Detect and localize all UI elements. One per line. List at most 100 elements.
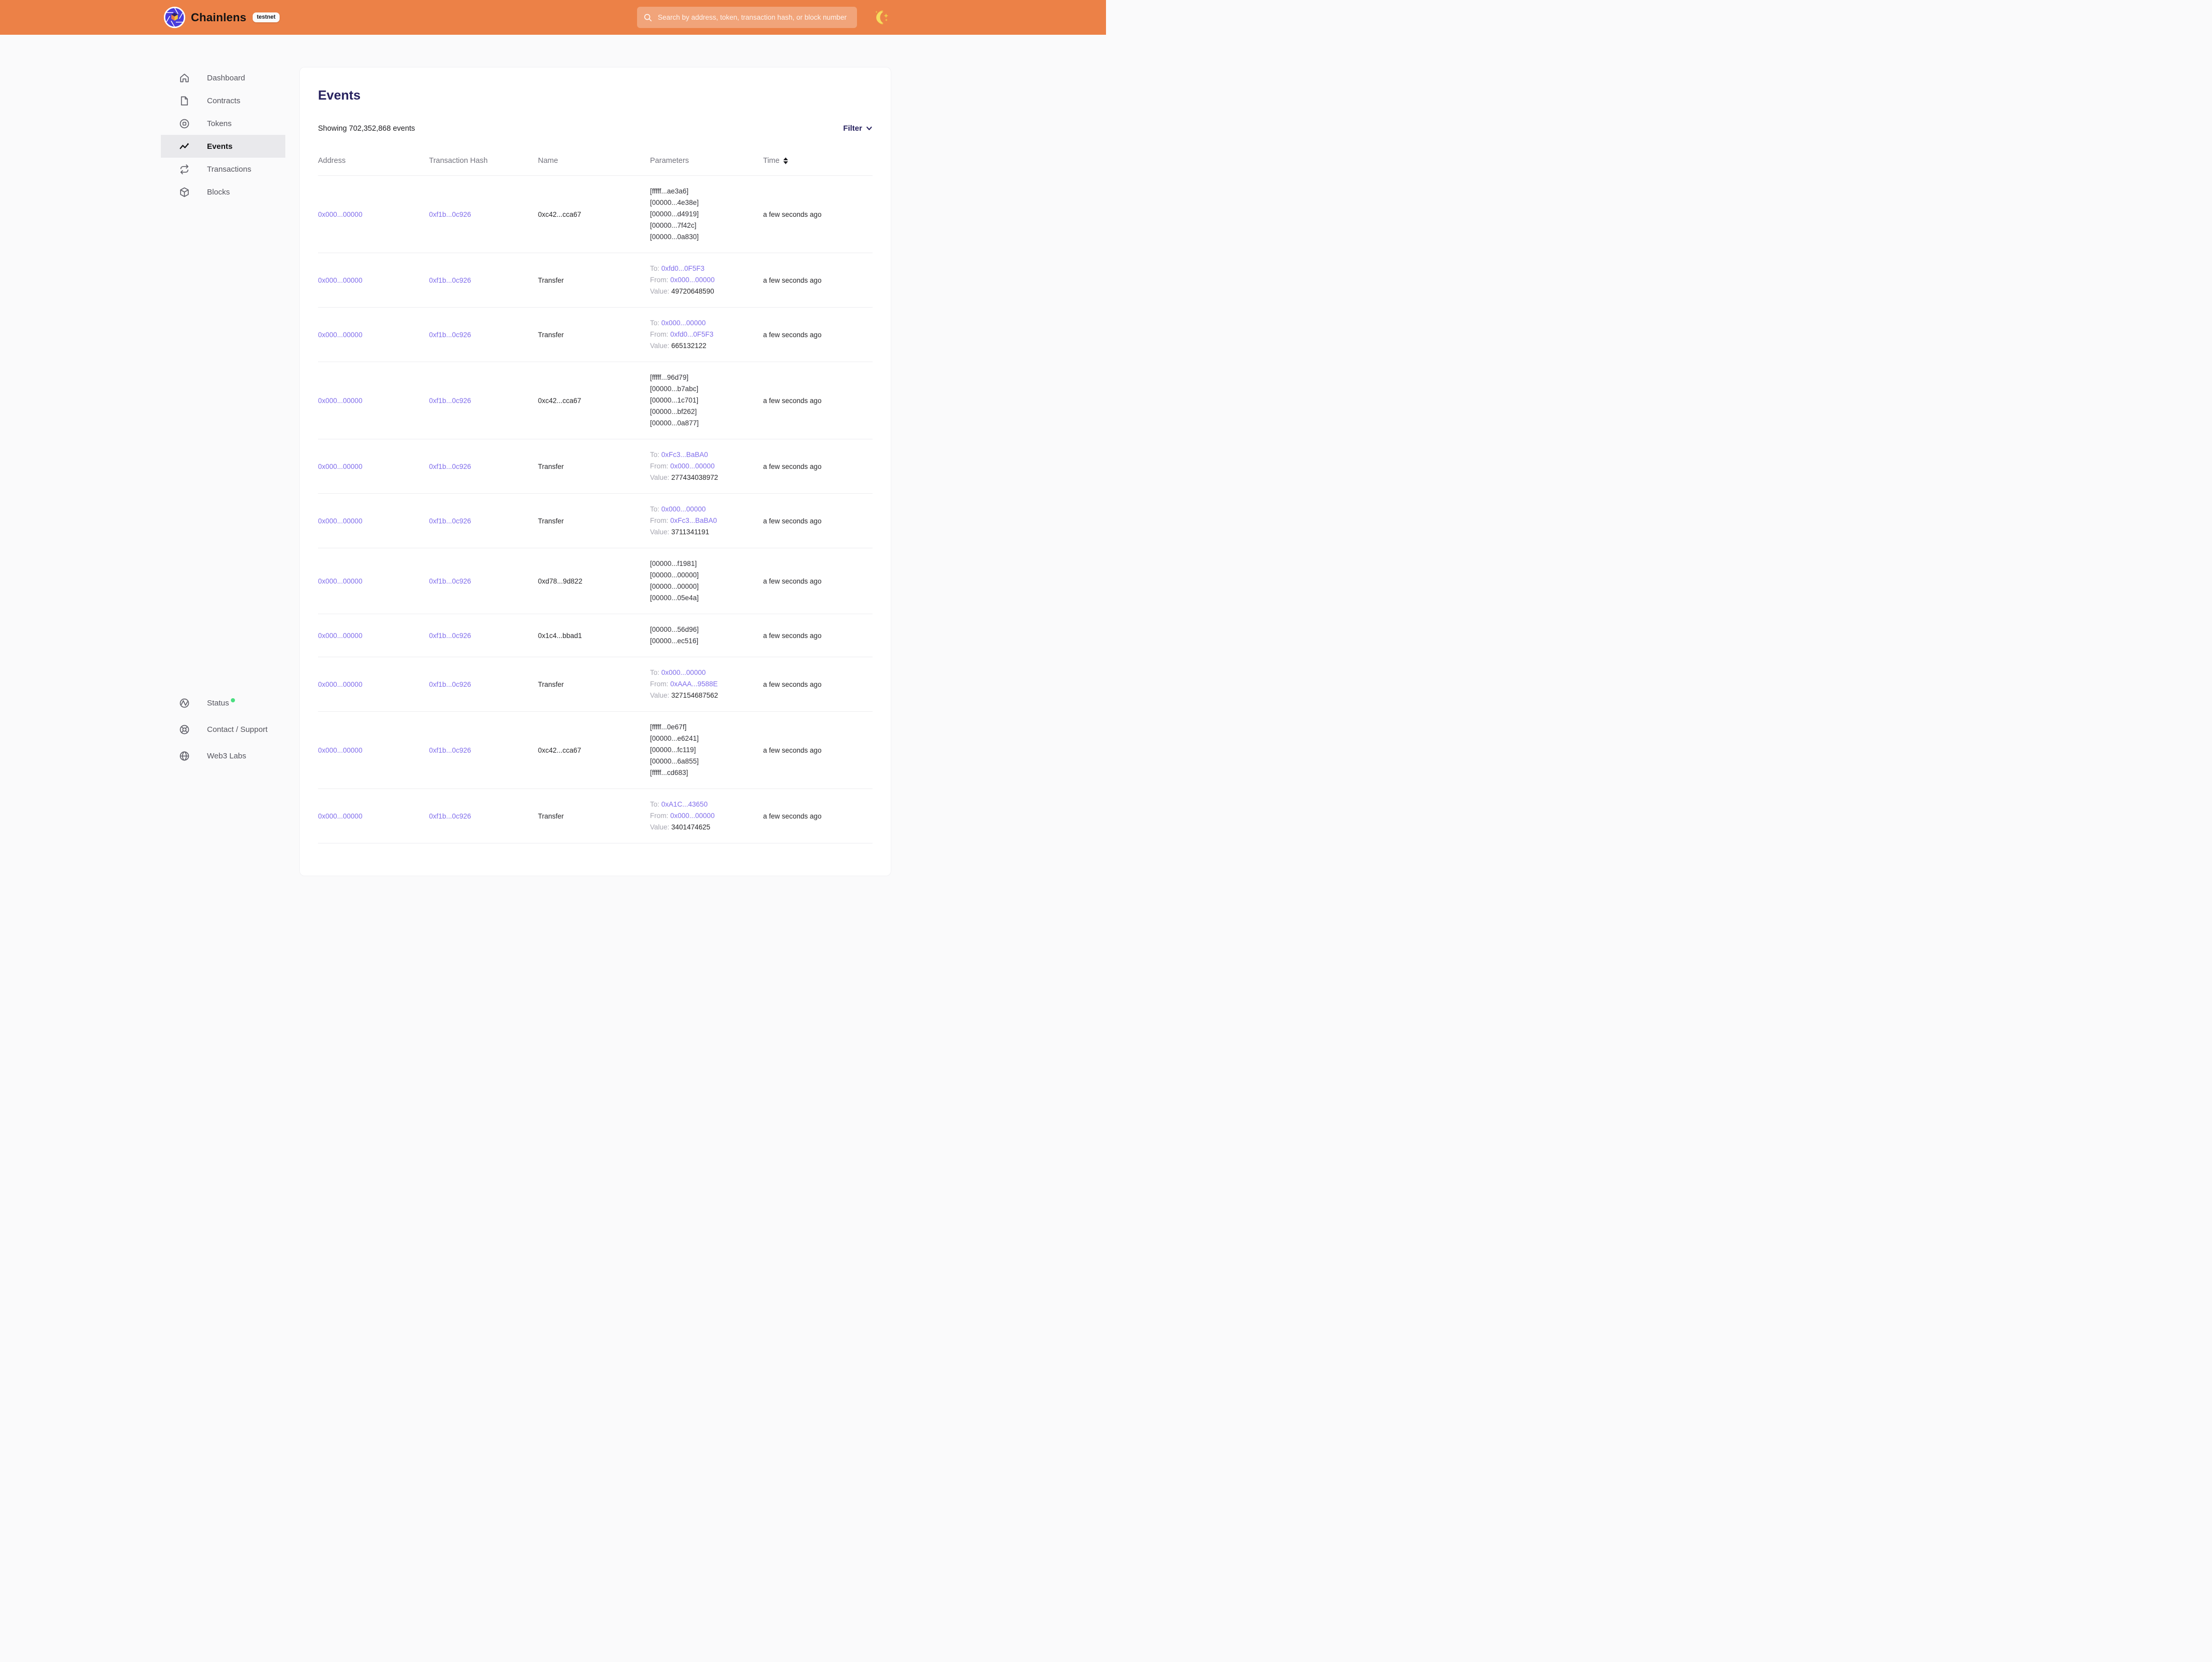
search-input[interactable] bbox=[653, 7, 857, 28]
transaction-hash-link[interactable]: 0xf1b...0c926 bbox=[429, 517, 471, 525]
parameter-value: 3711341191 bbox=[671, 528, 709, 536]
transaction-hash-link[interactable]: 0xf1b...0c926 bbox=[429, 632, 471, 640]
events-table-body: 0x000...00000 0xf1b...0c926 0xc42...cca6… bbox=[318, 176, 873, 843]
address-link[interactable]: 0x000...00000 bbox=[318, 397, 363, 405]
brand[interactable]: Chainlens testnet bbox=[163, 6, 280, 29]
event-name: 0x1c4...bbad1 bbox=[538, 632, 650, 640]
parameter-address-link[interactable]: 0x000...00000 bbox=[661, 319, 706, 327]
parameter-line: From: 0x000...00000 bbox=[650, 274, 763, 286]
transaction-hash-link[interactable]: 0xf1b...0c926 bbox=[429, 331, 471, 339]
event-time: a few seconds ago bbox=[763, 746, 873, 754]
event-time: a few seconds ago bbox=[763, 812, 873, 820]
parameter-address-link[interactable]: 0x000...00000 bbox=[661, 669, 706, 676]
parameter-line: [00000...0a830] bbox=[650, 231, 763, 243]
address-link[interactable]: 0x000...00000 bbox=[318, 812, 363, 820]
brand-title: Chainlens bbox=[191, 11, 246, 24]
parameter-line: From: 0x000...00000 bbox=[650, 461, 763, 472]
parameter-value: 277434038972 bbox=[671, 474, 718, 481]
parameter-line: Value: 49720648590 bbox=[650, 286, 763, 297]
parameter-line: Value: 3401474625 bbox=[650, 822, 763, 833]
column-header-address: Address bbox=[318, 157, 429, 165]
parameter-label: From: bbox=[650, 680, 670, 688]
parameter-line: [00000...56d96] bbox=[650, 624, 763, 635]
parameter-address-link[interactable]: 0x000...00000 bbox=[670, 276, 715, 284]
parameter-line: To: 0xFc3...BaBA0 bbox=[650, 449, 763, 461]
parameter-address-link[interactable]: 0xfd0...0F5F3 bbox=[661, 265, 704, 272]
transaction-hash-link[interactable]: 0xf1b...0c926 bbox=[429, 463, 471, 470]
event-name: 0xc42...cca67 bbox=[538, 211, 650, 218]
parameter-label: Value: bbox=[650, 287, 671, 295]
event-parameters: To: 0xfd0...0F5F3From: 0x000...00000Valu… bbox=[650, 263, 763, 297]
address-link[interactable]: 0x000...00000 bbox=[318, 463, 363, 470]
parameter-label: From: bbox=[650, 276, 670, 284]
sidebar-item-contracts[interactable]: Contracts bbox=[161, 89, 285, 112]
parameter-address-link[interactable]: 0xFc3...BaBA0 bbox=[661, 451, 708, 459]
sidebar-item-status[interactable]: Status bbox=[161, 691, 285, 714]
event-parameters: [00000...f1981][00000...00000][00000...0… bbox=[650, 558, 763, 604]
sidebar-nav: Dashboard Contracts Tokens Events Transa… bbox=[161, 66, 285, 203]
sidebar-footer: Status Contact / Support Web3 Labs bbox=[161, 691, 285, 771]
parameter-label: Value: bbox=[650, 691, 671, 699]
event-table-row: 0x000...00000 0xf1b...0c926 0xc42...cca6… bbox=[318, 362, 873, 439]
address-link[interactable]: 0x000...00000 bbox=[318, 746, 363, 754]
parameter-line: From: 0xfd0...0F5F3 bbox=[650, 329, 763, 340]
parameter-address-link[interactable]: 0xfd0...0F5F3 bbox=[670, 330, 713, 338]
parameter-address-link[interactable]: 0x000...00000 bbox=[670, 812, 715, 820]
transaction-hash-link[interactable]: 0xf1b...0c926 bbox=[429, 681, 471, 688]
sidebar-item-blocks[interactable]: Blocks bbox=[161, 181, 285, 203]
parameter-label: To: bbox=[650, 319, 661, 327]
sidebar-item-dashboard[interactable]: Dashboard bbox=[161, 66, 285, 89]
transaction-hash-link[interactable]: 0xf1b...0c926 bbox=[429, 397, 471, 405]
parameter-line: To: 0x000...00000 bbox=[650, 504, 763, 515]
address-link[interactable]: 0x000...00000 bbox=[318, 681, 363, 688]
transaction-hash-link[interactable]: 0xf1b...0c926 bbox=[429, 211, 471, 218]
theme-toggle-button[interactable] bbox=[873, 9, 890, 26]
parameter-label: From: bbox=[650, 462, 670, 470]
sidebar-item-label: Contact / Support bbox=[207, 725, 268, 734]
address-link[interactable]: 0x000...00000 bbox=[318, 331, 363, 339]
parameter-address-link[interactable]: 0xA1C...43650 bbox=[661, 800, 708, 808]
transaction-hash-link[interactable]: 0xf1b...0c926 bbox=[429, 276, 471, 284]
transaction-hash-link[interactable]: 0xf1b...0c926 bbox=[429, 812, 471, 820]
parameter-line: From: 0xAAA...9588E bbox=[650, 678, 763, 690]
filter-button[interactable]: Filter bbox=[843, 124, 873, 133]
sort-icon bbox=[783, 157, 789, 164]
event-name: Transfer bbox=[538, 517, 650, 525]
parameter-label: To: bbox=[650, 451, 661, 459]
transaction-hash-link[interactable]: 0xf1b...0c926 bbox=[429, 577, 471, 585]
event-name: 0xc42...cca67 bbox=[538, 397, 650, 405]
parameter-value: 3401474625 bbox=[671, 823, 710, 831]
globe-icon bbox=[179, 751, 190, 761]
address-link[interactable]: 0x000...00000 bbox=[318, 276, 363, 284]
sidebar-item-contact-support[interactable]: Contact / Support bbox=[161, 718, 285, 741]
sidebar-item-web3-labs[interactable]: Web3 Labs bbox=[161, 744, 285, 767]
address-link[interactable]: 0x000...00000 bbox=[318, 577, 363, 585]
chevron-down-icon bbox=[866, 125, 873, 132]
event-time: a few seconds ago bbox=[763, 211, 873, 218]
sidebar-item-transactions[interactable]: Transactions bbox=[161, 158, 285, 181]
parameter-label: To: bbox=[650, 800, 661, 808]
column-header-time[interactable]: Time bbox=[763, 157, 873, 165]
parameter-address-link[interactable]: 0xAAA...9588E bbox=[670, 680, 718, 688]
event-name: Transfer bbox=[538, 681, 650, 688]
activity-icon bbox=[179, 141, 190, 152]
parameter-address-link[interactable]: 0x000...00000 bbox=[670, 462, 715, 470]
column-header-transaction-hash: Transaction Hash bbox=[429, 157, 538, 165]
parameter-line: [00000...d4919] bbox=[650, 209, 763, 220]
sidebar-item-label: Events bbox=[207, 142, 232, 151]
parameter-address-link[interactable]: 0x000...00000 bbox=[661, 505, 706, 513]
page-title: Events bbox=[318, 88, 873, 103]
address-link[interactable]: 0x000...00000 bbox=[318, 211, 363, 218]
parameter-label: Value: bbox=[650, 823, 671, 831]
event-parameters: [fffff...0e67f][00000...e6241][00000...f… bbox=[650, 722, 763, 779]
sidebar-item-tokens[interactable]: Tokens bbox=[161, 112, 285, 135]
address-link[interactable]: 0x000...00000 bbox=[318, 517, 363, 525]
sidebar-item-events[interactable]: Events bbox=[161, 135, 285, 158]
transaction-hash-link[interactable]: 0xf1b...0c926 bbox=[429, 746, 471, 754]
parameter-line: [00000...bf262] bbox=[650, 406, 763, 418]
address-link[interactable]: 0x000...00000 bbox=[318, 632, 363, 640]
parameter-line: [00000...ec516] bbox=[650, 635, 763, 647]
parameter-line: [00000...7f42c] bbox=[650, 220, 763, 231]
token-icon bbox=[179, 118, 190, 129]
parameter-address-link[interactable]: 0xFc3...BaBA0 bbox=[670, 517, 717, 524]
